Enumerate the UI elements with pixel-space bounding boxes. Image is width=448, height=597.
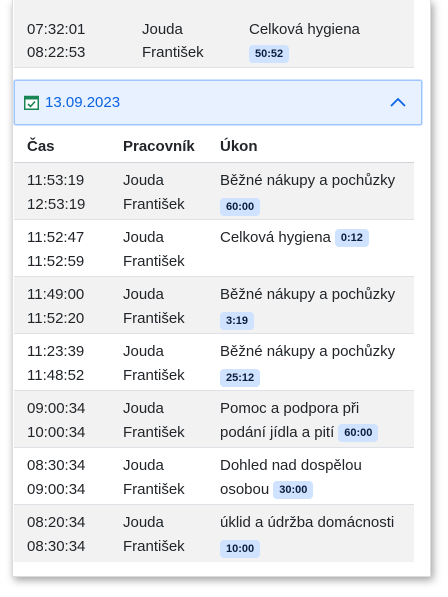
duration-badge: 0:12 [334, 229, 369, 247]
worker-second: František [142, 44, 204, 61]
time-end: 12:53:19 [27, 196, 86, 213]
task-label: Běžné nákupy a pochůzky [220, 172, 396, 189]
table-row: 09:00:34 10:00:34 Jouda František Pomoc … [14, 391, 414, 448]
worker-first: Jouda [123, 514, 164, 531]
worker-second: František [123, 424, 185, 441]
duration-wrap: 3:19 [220, 309, 255, 332]
chevron-up-icon[interactable] [389, 95, 407, 109]
worker-second: František [123, 310, 185, 327]
time-start: 11:52:47 [27, 229, 85, 246]
duration-badge: 50:52 [249, 45, 290, 63]
task-label-cont: podání jídla a pití [220, 424, 335, 441]
time-start: 07:32:01 [27, 21, 86, 38]
duration-wrap: 25:12 [220, 366, 261, 389]
worker-first: Jouda [123, 286, 164, 303]
task-label: Dohled nad dospělou [220, 457, 362, 474]
column-header-task: Úkon [220, 138, 258, 155]
task-cell: osobou 30:00 [220, 478, 314, 501]
time-start: 11:23:39 [27, 343, 85, 360]
worker-first: Jouda [123, 457, 164, 474]
worker-first: Jouda [142, 21, 183, 38]
time-start: 11:49:00 [27, 286, 85, 303]
calendar-check-icon [24, 95, 39, 110]
worker-second: František [123, 367, 185, 384]
duration-wrap: 10:00 [220, 537, 261, 560]
time-end: 08:22:53 [27, 44, 86, 61]
table-row: 07:32:01 08:22:53 Jouda František Celkov… [14, 0, 414, 68]
duration-badge: 10:00 [220, 540, 261, 558]
duration-badge: 60:00 [220, 198, 261, 216]
worker-second: František [123, 253, 185, 270]
table-row: 08:30:34 09:00:34 Jouda František Dohled… [14, 448, 414, 505]
task-label: úklid a údržba domácnosti [220, 514, 395, 531]
duration-badge: 3:19 [220, 312, 255, 330]
time-end: 11:52:59 [27, 253, 85, 270]
task-label: Běžné nákupy a pochůzky [220, 343, 396, 360]
time-end: 10:00:34 [27, 424, 86, 441]
time-start: 11:53:19 [27, 172, 85, 189]
task-label: Běžné nákupy a pochůzky [220, 286, 396, 303]
column-header-time: Čas [27, 138, 55, 155]
duration-wrap: 60:00 [220, 195, 261, 218]
duration-badge: 25:12 [220, 369, 261, 387]
task-cell: podání jídla a pití 60:00 [220, 421, 379, 444]
worker-first: Jouda [123, 343, 164, 360]
worker-first: Jouda [123, 229, 164, 246]
time-end: 09:00:34 [27, 481, 86, 498]
task-label: Celková hygiena [220, 229, 331, 246]
time-start: 08:20:34 [27, 514, 86, 531]
group-date: 13.09.2023 [45, 94, 121, 111]
task-label: Pomoc a podpora při [220, 400, 360, 417]
task-label-cont: osobou [220, 481, 270, 498]
table-row: 11:53:19 12:53:19 Jouda František Běžné … [14, 162, 414, 220]
duration-badge: 30:00 [273, 481, 314, 499]
task-cell: Celková hygiena 0:12 [220, 226, 369, 249]
time-end: 11:48:52 [27, 367, 85, 384]
time-end: 11:52:20 [27, 310, 85, 327]
worker-second: František [123, 538, 185, 555]
table-row: 08:20:34 08:30:34 Jouda František úklid … [14, 505, 414, 562]
time-end: 08:30:34 [27, 538, 86, 555]
header-divider [14, 162, 414, 163]
row-divider [14, 67, 414, 68]
task-label: Celková hygiena [249, 21, 360, 38]
date-group-header[interactable]: 13.09.2023 [14, 80, 422, 125]
duration-wrap: 50:52 [249, 42, 290, 65]
records-panel: 07:32:01 08:22:53 Jouda František Celkov… [12, 0, 431, 577]
table-row: 11:49:00 11:52:20 Jouda František Běžné … [14, 277, 414, 334]
time-start: 08:30:34 [27, 457, 86, 474]
duration-badge: 60:00 [338, 424, 379, 442]
worker-first: Jouda [123, 172, 164, 189]
column-header-worker: Pracovník [123, 138, 195, 155]
worker-second: František [123, 196, 185, 213]
worker-first: Jouda [123, 400, 164, 417]
worker-second: František [123, 481, 185, 498]
time-start: 09:00:34 [27, 400, 86, 417]
table-row: 11:23:39 11:48:52 Jouda František Běžné … [14, 334, 414, 391]
table-row: 11:52:47 11:52:59 Jouda František Celkov… [14, 220, 414, 277]
